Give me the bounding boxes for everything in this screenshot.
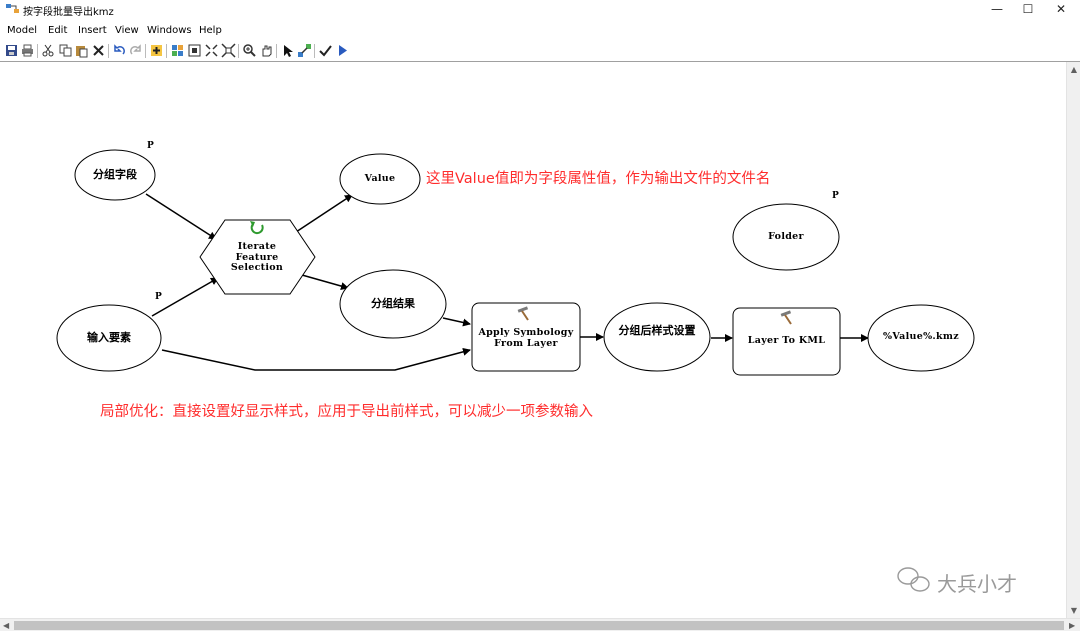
fixed-zoom-in-icon[interactable]	[221, 43, 236, 58]
menu-bar: Model Edit Insert View Windows Help	[0, 23, 1080, 40]
parameter-flag-input-features: P	[155, 292, 162, 302]
connector-iterate-to-group-result	[301, 274, 349, 290]
label-input-features: 输入要素	[87, 331, 131, 344]
toolbar-separator	[108, 44, 109, 58]
optimization-note: 局部优化：直接设置好显示样式，应用于导出前样式，可以减少一项参数输入	[100, 404, 593, 420]
minimize-button[interactable]: —	[980, 0, 1014, 20]
delete-icon[interactable]	[91, 43, 106, 58]
redo-icon[interactable]	[128, 43, 143, 58]
connector-group-field-to-iterate	[145, 193, 217, 240]
label-folder: Folder	[768, 231, 804, 242]
close-button[interactable]: ✕	[1044, 0, 1078, 20]
node-styled-group[interactable]	[603, 302, 711, 372]
toolbar-separator	[145, 44, 146, 58]
label-styled-group: 分组后样式设置	[618, 324, 696, 337]
auto-layout-icon[interactable]	[170, 43, 185, 58]
label-value: Value	[364, 173, 396, 184]
vertical-scrollbar[interactable]: ▲ ▼	[1066, 62, 1080, 619]
window-title: 按字段批量导出kmz	[23, 7, 114, 18]
toolbar-separator	[37, 44, 38, 58]
label-iterate-line1: Iterate	[237, 241, 277, 252]
toolbar-separator	[314, 44, 315, 58]
menu-model[interactable]: Model	[7, 25, 37, 36]
toolbar	[0, 42, 1080, 60]
print-icon[interactable]	[20, 43, 35, 58]
label-apply-symbology: Apply Symbology From Layer	[472, 327, 580, 349]
parameter-flag-group-field: P	[147, 141, 154, 151]
validate-icon[interactable]	[318, 43, 333, 58]
connector-group-result-to-apply	[442, 317, 471, 327]
label-apply-line1: Apply Symbology	[478, 327, 574, 338]
label-iterate-line3: Selection	[230, 262, 284, 273]
connector-input-to-apply	[161, 347, 471, 371]
label-group-field: 分组字段	[93, 168, 137, 181]
pan-icon[interactable]	[259, 43, 274, 58]
label-layer-to-kml: Layer To KML	[747, 335, 826, 346]
scroll-left-icon[interactable]: ◀	[3, 621, 9, 630]
toolbar-separator	[166, 44, 167, 58]
toolbar-separator	[276, 44, 277, 58]
full-extent-icon[interactable]	[187, 43, 202, 58]
value-note: 这里Value值即为字段属性值，作为输出文件的文件名	[426, 171, 771, 187]
save-icon[interactable]	[4, 43, 19, 58]
menu-windows[interactable]: Windows	[147, 25, 192, 36]
select-icon[interactable]	[280, 43, 295, 58]
scroll-right-icon[interactable]: ▶	[1069, 621, 1075, 630]
paste-icon[interactable]	[74, 43, 89, 58]
watermark-text: 大兵小才	[937, 572, 1017, 596]
copy-icon[interactable]	[58, 43, 73, 58]
menu-help[interactable]: Help	[199, 25, 222, 36]
scroll-down-icon[interactable]: ▼	[1070, 607, 1078, 615]
scroll-up-icon[interactable]: ▲	[1070, 66, 1078, 74]
parameter-flag-folder: P	[832, 191, 839, 201]
zoom-in-icon[interactable]	[242, 43, 257, 58]
run-icon[interactable]	[335, 43, 350, 58]
toolbar-separator	[238, 44, 239, 58]
undo-icon[interactable]	[112, 43, 127, 58]
fixed-zoom-out-icon[interactable]	[204, 43, 219, 58]
add-data-icon[interactable]	[149, 43, 164, 58]
label-apply-line2: From Layer	[494, 337, 558, 349]
connect-icon[interactable]	[297, 43, 312, 58]
menu-view[interactable]: View	[115, 25, 139, 36]
wechat-icon	[897, 567, 930, 592]
maximize-button[interactable]: ☐	[1011, 0, 1045, 20]
model-app-icon	[6, 4, 19, 13]
horizontal-scroll-thumb[interactable]	[14, 621, 1064, 630]
cut-icon[interactable]	[41, 43, 56, 58]
model-canvas[interactable]: 分组字段 输入要素 Iterate Feature Selection Valu…	[0, 62, 1066, 618]
connector-iterate-to-value	[295, 194, 353, 233]
menu-edit[interactable]: Edit	[48, 25, 67, 36]
label-output-kmz: %Value%.kmz	[883, 331, 959, 342]
horizontal-scrollbar[interactable]: ◀ ▶	[0, 618, 1080, 631]
menu-insert[interactable]: Insert	[78, 25, 107, 36]
label-group-result: 分组结果	[371, 297, 415, 310]
title-bar: 按字段批量导出kmz — ☐ ✕	[0, 0, 1080, 20]
label-iterate: Iterate Feature Selection	[217, 241, 297, 274]
